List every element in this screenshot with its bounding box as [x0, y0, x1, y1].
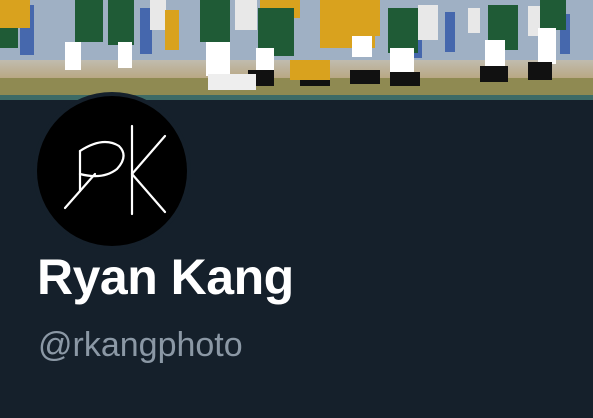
profile-avatar[interactable] — [33, 92, 191, 250]
profile-page: Ryan Kang @rkangphoto — [0, 0, 593, 418]
profile-banner-image[interactable] — [0, 0, 593, 100]
profile-display-name: Ryan Kang — [37, 249, 294, 305]
avatar-image — [37, 96, 187, 246]
banner-photo — [0, 0, 593, 100]
rk-monogram-logo — [63, 124, 167, 216]
profile-handle: @rkangphoto — [38, 326, 243, 364]
